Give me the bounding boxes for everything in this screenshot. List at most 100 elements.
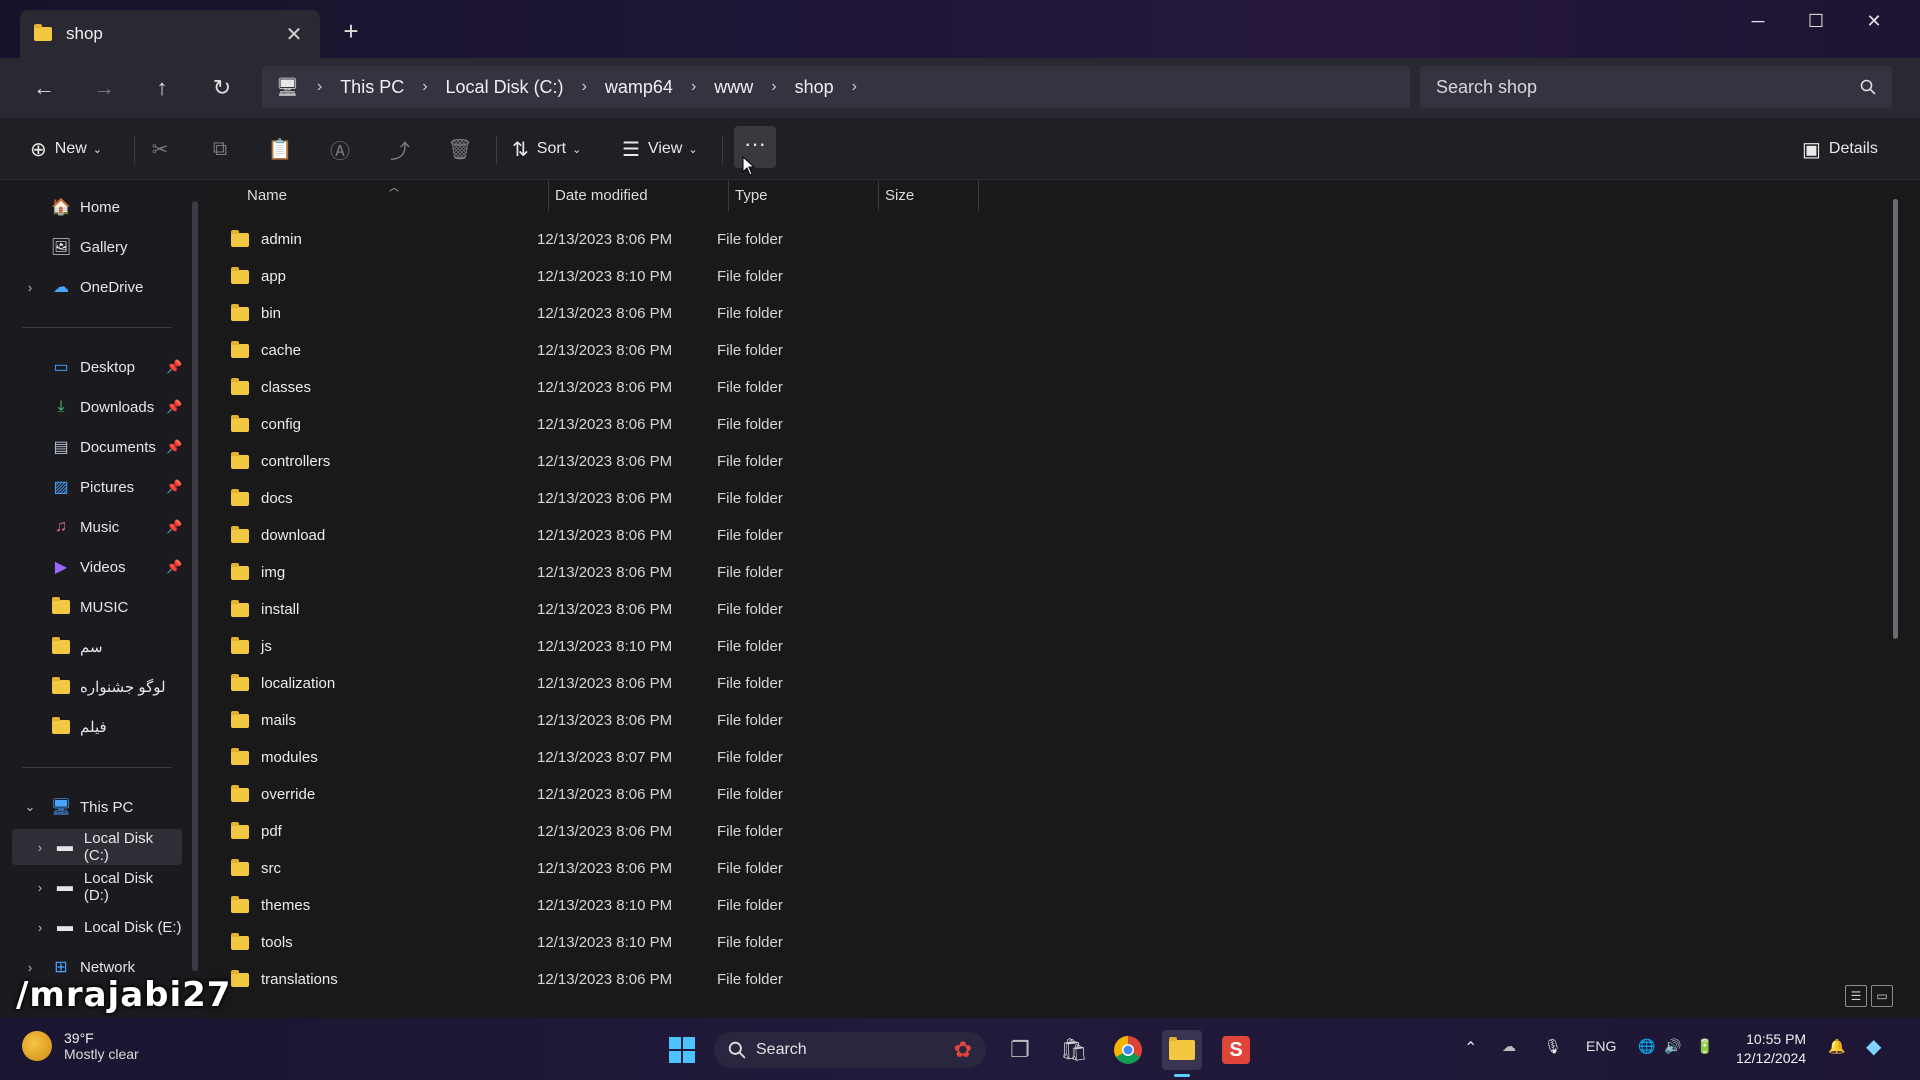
breadcrumb-wamp64[interactable]: wamp64 (605, 77, 673, 98)
search-box[interactable]: Search shop (1420, 66, 1892, 108)
table-row[interactable]: mails 12/13/2023 8:06 PM File folder (227, 702, 1187, 739)
breadcrumb-separator[interactable]: › (317, 78, 322, 96)
table-row[interactable]: pdf 12/13/2023 8:06 PM File folder (227, 813, 1187, 850)
chevron-right-icon[interactable]: › (30, 840, 50, 855)
sidebar-item-gallery[interactable]: 🖼 Gallery (0, 229, 190, 265)
copilot-icon[interactable]: ◆ (1866, 1034, 1881, 1059)
taskbar-search[interactable]: Search ✿ (714, 1032, 986, 1068)
sidebar-item-local-disk-c[interactable]: › ▬ Local Disk (C:) (12, 829, 182, 865)
pin-icon[interactable]: 📌 (166, 559, 182, 575)
table-row[interactable]: js 12/13/2023 8:10 PM File folder (227, 628, 1187, 665)
sidebar-item-documents[interactable]: ▤ Documents 📌 (0, 429, 190, 465)
file-explorer-button[interactable] (1162, 1030, 1202, 1070)
chevron-right-icon[interactable]: › (20, 280, 40, 295)
start-button[interactable] (662, 1030, 702, 1070)
breadcrumb-separator[interactable]: › (582, 78, 587, 96)
chevron-down-icon[interactable]: ⌄ (20, 799, 40, 815)
table-row[interactable]: tools 12/13/2023 8:10 PM File folder (227, 924, 1187, 961)
tiles-view-toggle[interactable]: ▭ (1871, 985, 1893, 1007)
computer-icon[interactable]: 🖥 (276, 77, 299, 98)
sidebar-item-pictures[interactable]: ▨ Pictures 📌 (0, 469, 190, 505)
table-row[interactable]: app 12/13/2023 8:10 PM File folder (227, 258, 1187, 295)
column-header-name[interactable]: Name (239, 181, 519, 211)
tab-shop[interactable]: shop ✕ (20, 10, 320, 58)
pin-icon[interactable]: 📌 (166, 439, 182, 455)
cloud-offline-icon[interactable]: ☁ (1502, 1038, 1516, 1055)
rename-button[interactable]: Ⓐ (320, 130, 360, 168)
sidebar-item-downloads[interactable]: ⤓ Downloads 📌 (0, 389, 190, 425)
sidebar-item-music[interactable]: ♫ Music 📌 (0, 509, 190, 545)
column-header-date-modified[interactable]: Date modified (547, 181, 727, 211)
chrome-button[interactable] (1108, 1030, 1148, 1070)
sidebar-scrollbar[interactable] (192, 201, 198, 971)
table-row[interactable]: controllers 12/13/2023 8:06 PM File folder (227, 443, 1187, 480)
chevron-right-icon[interactable]: › (30, 920, 50, 935)
sidebar-item-desktop[interactable]: ▭ Desktop 📌 (0, 349, 190, 385)
breadcrumb-separator[interactable]: › (852, 78, 857, 96)
sidebar-item-onedrive[interactable]: › ☁ OneDrive (0, 269, 190, 305)
pin-icon[interactable]: 📌 (166, 359, 182, 375)
new-tab-button[interactable]: + (336, 16, 366, 47)
table-row[interactable]: img 12/13/2023 8:06 PM File folder (227, 554, 1187, 591)
chevron-right-icon[interactable]: › (20, 960, 40, 975)
store-button[interactable]: 🛍 (1054, 1030, 1094, 1070)
chevron-right-icon[interactable]: › (30, 880, 50, 895)
minimize-button[interactable]: ─ (1730, 6, 1786, 36)
back-button[interactable]: ← (24, 68, 64, 108)
task-view-button[interactable]: ❐ (1000, 1030, 1040, 1070)
share-button[interactable]: ⤴ (380, 130, 420, 168)
table-row[interactable]: modules 12/13/2023 8:07 PM File folder (227, 739, 1187, 776)
weather-widget[interactable]: 39°F Mostly clear (22, 1030, 139, 1062)
table-row[interactable]: admin 12/13/2023 8:06 PM File folder (227, 221, 1187, 258)
sidebar-item-local-disk-d[interactable]: › ▬ Local Disk (D:) (12, 869, 182, 905)
details-view-toggle[interactable]: ☰ (1845, 985, 1867, 1007)
close-tab-icon[interactable]: ✕ (282, 22, 306, 47)
paste-button[interactable]: 📋 (260, 130, 300, 168)
table-row[interactable]: localization 12/13/2023 8:06 PM File folde… (227, 665, 1187, 702)
battery-icon[interactable]: 🔋 (1696, 1038, 1713, 1055)
forward-button[interactable]: → (84, 68, 124, 108)
details-button[interactable]: ▣ Details (1802, 130, 1878, 168)
column-separator[interactable] (978, 181, 979, 211)
table-row[interactable]: override 12/13/2023 8:06 PM File folder (227, 776, 1187, 813)
table-row[interactable]: translations 12/13/2023 8:06 PM File folde… (227, 961, 1187, 998)
system-clock[interactable]: 10:55 PM 12/12/2024 (1736, 1030, 1806, 1068)
sidebar-item-local-disk-e[interactable]: › ▬ Local Disk (E:) (12, 909, 182, 945)
sidebar-item-folder[interactable]: فیلم (0, 709, 190, 745)
show-hidden-icons-button[interactable]: ⌃ (1464, 1038, 1477, 1058)
table-row[interactable]: bin 12/13/2023 8:06 PM File folder (227, 295, 1187, 332)
file-list-scrollbar[interactable] (1893, 199, 1898, 639)
cut-button[interactable]: ✂ (140, 130, 180, 168)
table-row[interactable]: download 12/13/2023 8:06 PM File folder (227, 517, 1187, 554)
breadcrumb-this-pc[interactable]: This PC (340, 77, 404, 98)
table-row[interactable]: config 12/13/2023 8:06 PM File folder (227, 406, 1187, 443)
column-header-size[interactable]: Size (877, 181, 977, 211)
address-bar[interactable]: 🖥 › This PC › Local Disk (C:) › wamp64 ›… (262, 66, 1410, 108)
table-row[interactable]: cache 12/13/2023 8:06 PM File folder (227, 332, 1187, 369)
breadcrumb-shop[interactable]: shop (795, 77, 834, 98)
sidebar-item-home[interactable]: 🏠 Home (0, 189, 190, 225)
pin-icon[interactable]: 📌 (166, 519, 182, 535)
pin-icon[interactable]: 📌 (166, 399, 182, 415)
sort-button[interactable]: ⇅ Sort ⌄ (512, 130, 581, 168)
breadcrumb-local-disk-c[interactable]: Local Disk (C:) (446, 77, 564, 98)
view-button[interactable]: ☰ View ⌄ (622, 130, 698, 168)
pin-icon[interactable]: 📌 (166, 479, 182, 495)
close-window-button[interactable]: ✕ (1846, 6, 1902, 36)
breadcrumb-separator[interactable]: › (422, 78, 427, 96)
volume-icon[interactable]: 🔊 (1664, 1038, 1681, 1055)
microphone-icon[interactable]: 🎙 (1544, 1038, 1562, 1055)
notification-bell-icon[interactable]: 🔔 (1828, 1038, 1845, 1055)
maximize-button[interactable]: ☐ (1788, 6, 1844, 36)
new-button[interactable]: ⊕ New ⌄ (30, 130, 102, 168)
up-button[interactable]: ↑ (142, 68, 182, 108)
delete-button[interactable]: 🗑 (440, 130, 480, 168)
table-row[interactable]: src 12/13/2023 8:06 PM File folder (227, 850, 1187, 887)
table-row[interactable]: themes 12/13/2023 8:10 PM File folder (227, 887, 1187, 924)
breadcrumb-separator[interactable]: › (691, 78, 696, 96)
sidebar-item-folder[interactable]: لوگو جشنواره (0, 669, 190, 705)
sidebar-item-videos[interactable]: ▶ Videos 📌 (0, 549, 190, 585)
network-globe-icon[interactable]: 🌐 (1638, 1038, 1655, 1055)
language-indicator[interactable]: ENG (1586, 1038, 1616, 1054)
table-row[interactable]: docs 12/13/2023 8:06 PM File folder (227, 480, 1187, 517)
